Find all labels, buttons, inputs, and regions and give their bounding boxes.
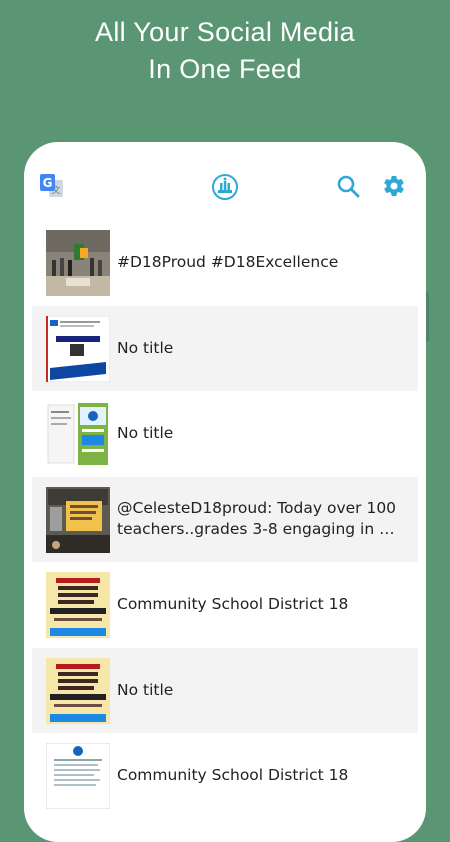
gear-icon[interactable] [382, 174, 406, 198]
item-title: No title [117, 424, 174, 443]
post-thumbnail [46, 572, 110, 638]
item-title: Community School District 18 [117, 766, 349, 785]
feed-item[interactable]: No title [32, 647, 418, 733]
feed-item[interactable]: Community School District 18 [32, 733, 418, 819]
google-translate-icon[interactable]: 文 G [40, 174, 64, 198]
item-title-line-2: teachers..grades 3-8 engaging in … [117, 520, 395, 539]
feed-item[interactable]: @CelesteD18proud: Today over 100 teacher… [32, 476, 418, 562]
search-icon[interactable] [336, 174, 360, 198]
post-thumbnail [46, 401, 110, 467]
item-title: Community School District 18 [117, 595, 349, 614]
feed-item[interactable]: #D18Proud #D18Excellence [32, 220, 418, 306]
svg-text:G: G [43, 176, 53, 190]
item-title: #D18Proud #D18Excellence [117, 253, 339, 272]
item-title: @CelesteD18proud: Today over 100 teacher… [117, 498, 408, 540]
feed-item[interactable]: Community School District 18 [32, 562, 418, 648]
post-thumbnail [46, 743, 110, 809]
feed-item[interactable]: No title [32, 305, 418, 391]
district-logo-icon [212, 174, 238, 200]
promo-line-2: In One Feed [148, 54, 302, 84]
feed-item[interactable]: No title [32, 391, 418, 477]
item-title: No title [117, 680, 174, 699]
post-thumbnail [46, 486, 110, 553]
post-thumbnail [46, 657, 110, 724]
item-title-line-1: @CelesteD18proud: Today over 100 [117, 499, 397, 518]
item-title: No title [117, 338, 174, 357]
promo-line-1: All Your Social Media [95, 17, 355, 47]
post-thumbnail [46, 230, 110, 296]
post-thumbnail [46, 315, 110, 382]
app-bar: 文 G [24, 142, 426, 224]
promo-headline: All Your Social Media In One Feed [0, 14, 450, 88]
feed-list: #D18Proud #D18Excellence No title No tit… [32, 220, 418, 819]
phone-screen: 文 G #D18Proud #D18Excellence No title No… [24, 142, 426, 842]
